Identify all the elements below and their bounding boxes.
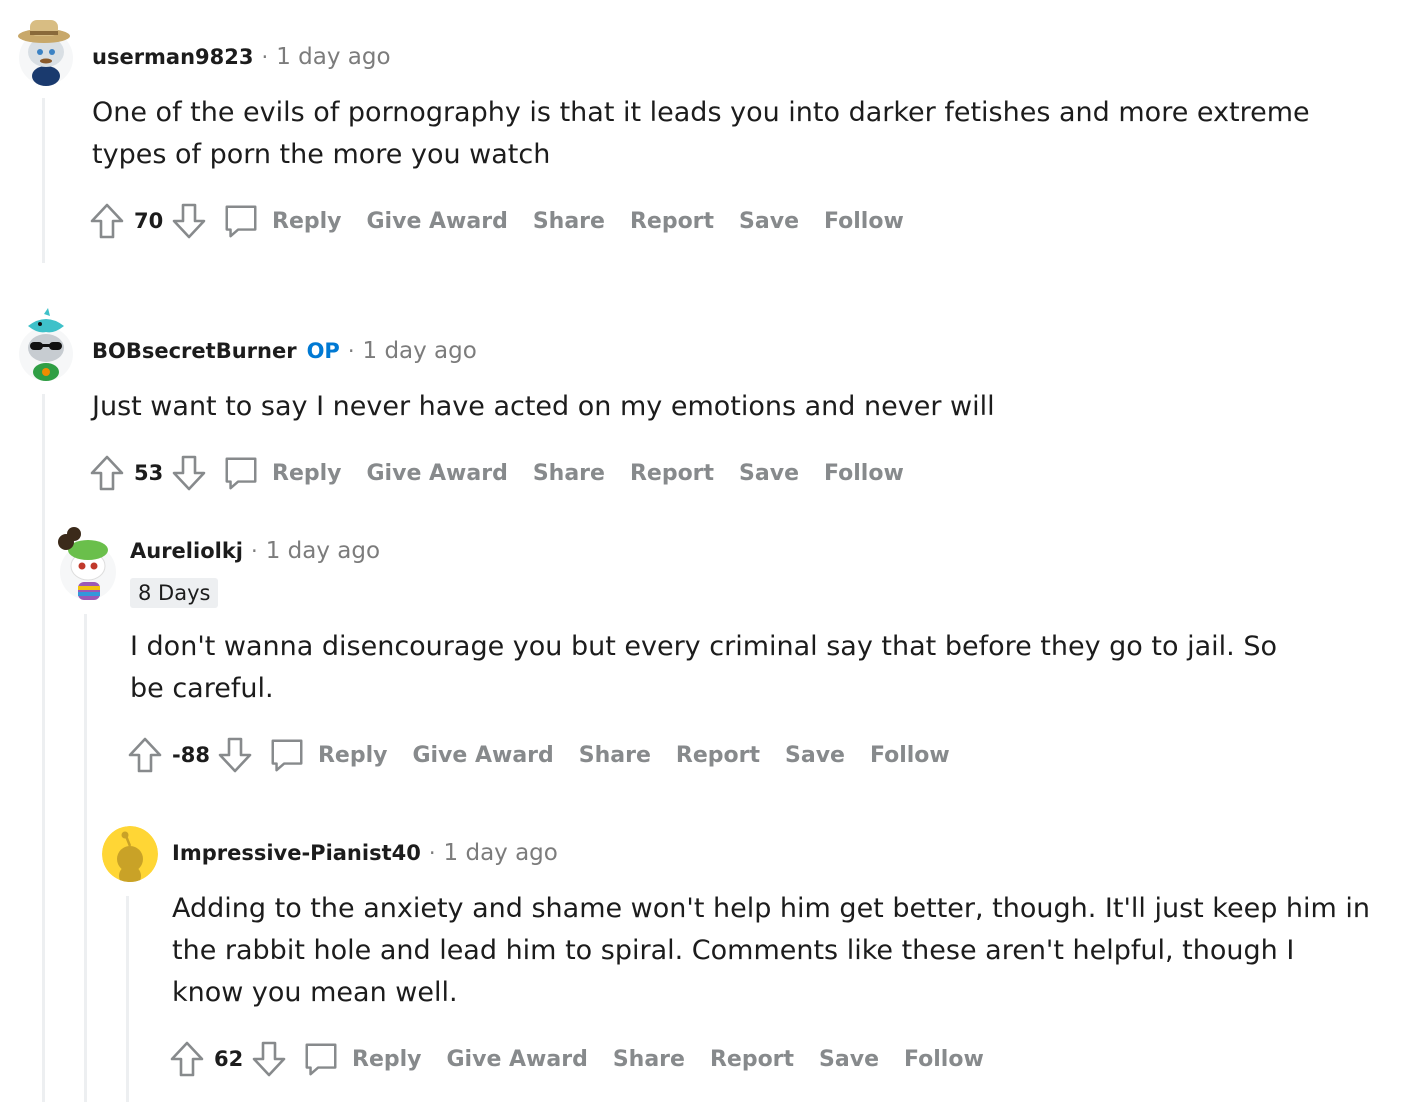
vote-score: 70	[134, 209, 164, 233]
vote-score: 62	[214, 1047, 244, 1071]
share-button[interactable]: Share	[579, 743, 651, 768]
downvote-arrow-icon[interactable]	[170, 201, 208, 241]
user-flair: 8 Days	[130, 578, 219, 608]
comment-header: Aureliolkj · 1 day ago	[130, 538, 380, 564]
save-button[interactable]: Save	[785, 743, 845, 768]
vote-score: 53	[134, 461, 164, 485]
comment-bubble-icon[interactable]	[222, 201, 260, 241]
follow-button[interactable]: Follow	[824, 209, 904, 234]
reply-button[interactable]: Reply	[272, 209, 342, 234]
username[interactable]: Impressive-Pianist40	[172, 841, 421, 865]
separator: ·	[261, 45, 269, 69]
username[interactable]: userman9823	[92, 45, 254, 69]
give-award-button[interactable]: Give Award	[367, 461, 508, 486]
separator: ·	[428, 841, 436, 865]
comment-bubble-icon[interactable]	[222, 453, 260, 493]
comment-actions: 62 Reply Give Award Share Report Save Fo…	[168, 1039, 984, 1079]
avatar[interactable]	[14, 306, 74, 382]
upvote-arrow-icon[interactable]	[88, 453, 126, 493]
comment-bubble-icon[interactable]	[268, 735, 306, 775]
report-button[interactable]: Report	[630, 209, 714, 234]
thread-line-c4[interactable]	[126, 896, 129, 1102]
report-button[interactable]: Report	[676, 743, 760, 768]
separator: ·	[347, 339, 355, 363]
timestamp[interactable]: 1 day ago	[363, 338, 477, 364]
comment-actions: 70 Reply Give Award Share Report Save Fo…	[88, 201, 904, 241]
avatar[interactable]	[102, 826, 158, 882]
avatar[interactable]	[14, 14, 74, 86]
report-button[interactable]: Report	[710, 1047, 794, 1072]
comment-header: Impressive-Pianist40 · 1 day ago	[172, 840, 558, 866]
downvote-arrow-icon[interactable]	[216, 735, 254, 775]
upvote-arrow-icon[interactable]	[88, 201, 126, 241]
thread-line-c2[interactable]	[42, 394, 45, 1102]
timestamp[interactable]: 1 day ago	[444, 840, 558, 866]
avatar[interactable]	[54, 524, 118, 602]
follow-button[interactable]: Follow	[870, 743, 950, 768]
share-button[interactable]: Share	[533, 461, 605, 486]
comment-actions: -88 Reply Give Award Share Report Save F…	[126, 735, 950, 775]
share-button[interactable]: Share	[613, 1047, 685, 1072]
username[interactable]: BOBsecretBurner	[92, 339, 297, 363]
comment-header: BOBsecretBurner OP · 1 day ago	[92, 338, 477, 364]
comment-actions: 53 Reply Give Award Share Report Save Fo…	[88, 453, 904, 493]
reply-button[interactable]: Reply	[318, 743, 388, 768]
comment-bubble-icon[interactable]	[302, 1039, 340, 1079]
follow-button[interactable]: Follow	[824, 461, 904, 486]
give-award-button[interactable]: Give Award	[447, 1047, 588, 1072]
share-button[interactable]: Share	[533, 209, 605, 234]
reply-button[interactable]: Reply	[352, 1047, 422, 1072]
save-button[interactable]: Save	[739, 461, 799, 486]
timestamp[interactable]: 1 day ago	[276, 44, 390, 70]
downvote-arrow-icon[interactable]	[250, 1039, 288, 1079]
comment-body: One of the evils of pornography is that …	[92, 97, 1310, 170]
comment-body: I don't wanna disencourage you but every…	[130, 631, 1277, 704]
give-award-button[interactable]: Give Award	[412, 743, 553, 768]
comment-body: Adding to the anxiety and shame won't he…	[172, 893, 1371, 1008]
vote-score: -88	[172, 743, 210, 767]
save-button[interactable]: Save	[819, 1047, 879, 1072]
comment-body: Just want to say I never have acted on m…	[92, 391, 995, 422]
follow-button[interactable]: Follow	[904, 1047, 984, 1072]
username[interactable]: Aureliolkj	[130, 539, 243, 563]
thread-line-c1[interactable]	[42, 98, 45, 263]
report-button[interactable]: Report	[630, 461, 714, 486]
save-button[interactable]: Save	[739, 209, 799, 234]
reply-button[interactable]: Reply	[272, 461, 342, 486]
give-award-button[interactable]: Give Award	[367, 209, 508, 234]
thread-line-c3[interactable]	[84, 614, 87, 1102]
downvote-arrow-icon[interactable]	[170, 453, 208, 493]
separator: ·	[251, 539, 258, 563]
upvote-arrow-icon[interactable]	[168, 1039, 206, 1079]
upvote-arrow-icon[interactable]	[126, 735, 164, 775]
timestamp[interactable]: 1 day ago	[266, 538, 380, 564]
comment-header: userman9823 · 1 day ago	[92, 44, 391, 70]
op-badge: OP	[306, 339, 340, 363]
